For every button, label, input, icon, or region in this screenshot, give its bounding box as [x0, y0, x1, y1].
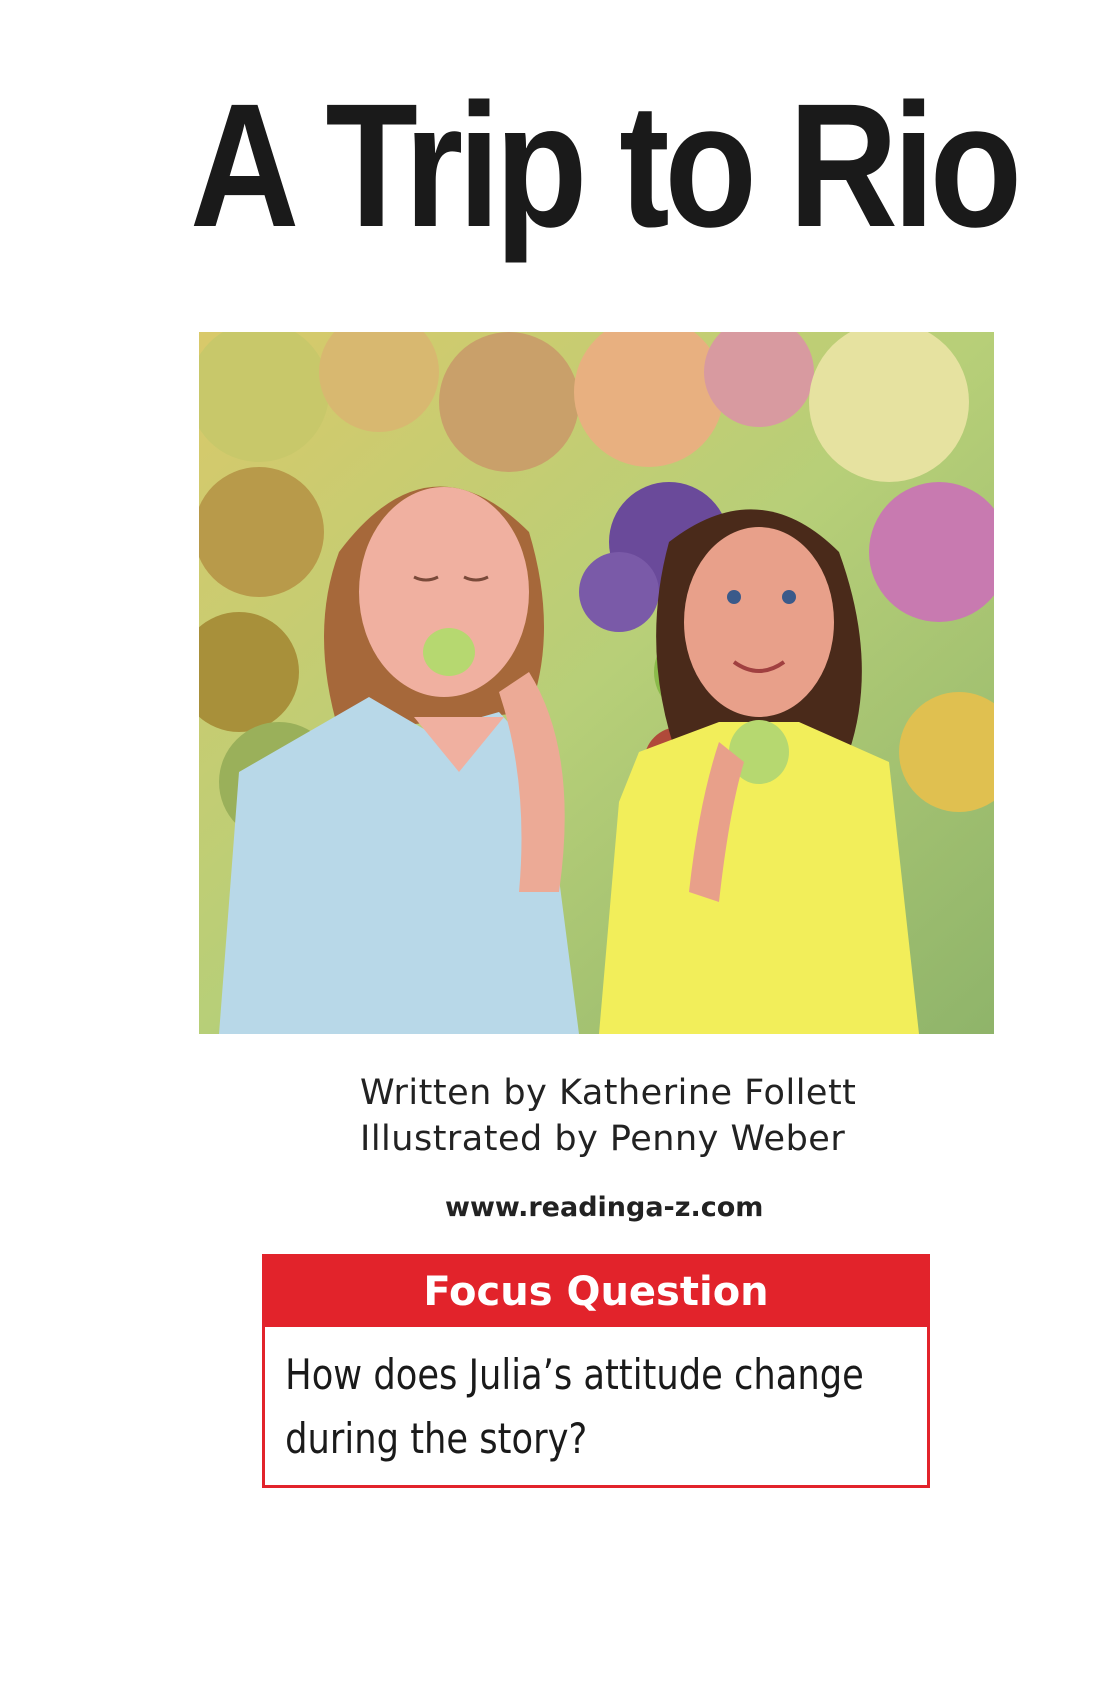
- focus-question-heading: Focus Question: [265, 1257, 927, 1327]
- author-credit: Written by Katherine Follett: [360, 1073, 857, 1113]
- focus-question-box: Focus Question How does Julia’s attitude…: [262, 1254, 930, 1488]
- credits: Written by Katherine Follett Illustrated…: [360, 1070, 880, 1162]
- illustrator-credit: Illustrated by Penny Weber: [360, 1119, 846, 1159]
- focus-question-text: How does Julia’s attitude change during …: [285, 1350, 864, 1463]
- book-title: A Trip to Rio: [190, 68, 1022, 264]
- website-link[interactable]: www.readinga-z.com: [445, 1192, 763, 1223]
- cover-illustration-drawing: [199, 332, 994, 1034]
- cover-illustration: [199, 332, 994, 1034]
